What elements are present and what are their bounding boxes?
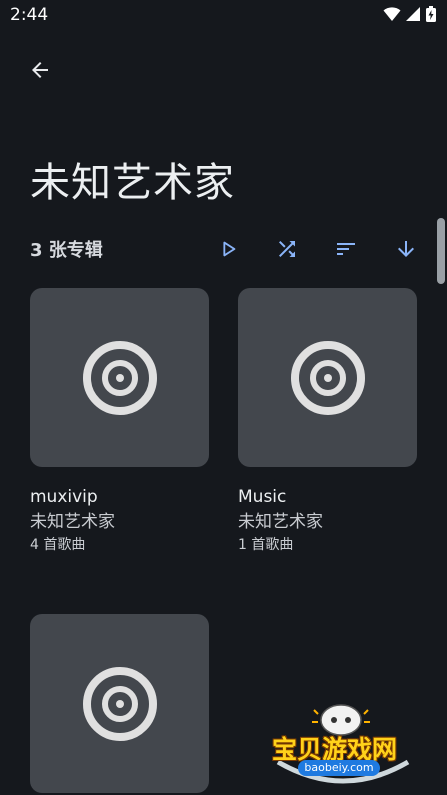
- play-all-button[interactable]: [211, 232, 245, 266]
- watermark-url: baobeiy.com: [298, 760, 380, 776]
- album-card[interactable]: [30, 614, 209, 793]
- album-song-count: 4 首歌曲: [30, 537, 86, 553]
- back-button[interactable]: [24, 54, 56, 86]
- album-card[interactable]: muxivip 未知艺术家 4 首歌曲: [30, 288, 209, 555]
- disc-icon: [82, 340, 157, 415]
- album-art: [30, 614, 209, 793]
- play-icon: [223, 241, 236, 257]
- arrow-back-icon: [32, 62, 48, 78]
- album-name: Music: [238, 487, 287, 507]
- shuffle-icon: [279, 241, 295, 257]
- shuffle-button[interactable]: [270, 232, 304, 266]
- watermark-logo: 宝贝游戏网 baobeiy.com: [268, 700, 418, 792]
- signal-icon: [406, 7, 420, 21]
- sort-button[interactable]: [329, 232, 363, 266]
- arrow-down-icon: [398, 241, 414, 257]
- album-art: [30, 288, 209, 467]
- album-count: 3 张专辑: [30, 240, 103, 261]
- disc-icon: [82, 666, 157, 741]
- wifi-icon: [383, 7, 401, 21]
- album-card[interactable]: Music 未知艺术家 1 首歌曲: [238, 288, 417, 555]
- sort-icon: [337, 243, 355, 255]
- disc-icon: [290, 340, 365, 415]
- album-song-count: 1 首歌曲: [238, 537, 294, 553]
- scrollbar-thumb[interactable]: [437, 218, 445, 284]
- status-icons: [383, 5, 437, 23]
- album-artist: 未知艺术家: [238, 512, 323, 532]
- album-name: muxivip: [30, 487, 98, 507]
- album-art: [238, 288, 417, 467]
- download-button[interactable]: [389, 232, 423, 266]
- battery-icon: [426, 6, 436, 22]
- artist-title: 未知艺术家: [30, 160, 235, 206]
- status-time: 2:44: [10, 5, 49, 25]
- status-bar: 2:44: [0, 0, 447, 30]
- album-artist: 未知艺术家: [30, 512, 115, 532]
